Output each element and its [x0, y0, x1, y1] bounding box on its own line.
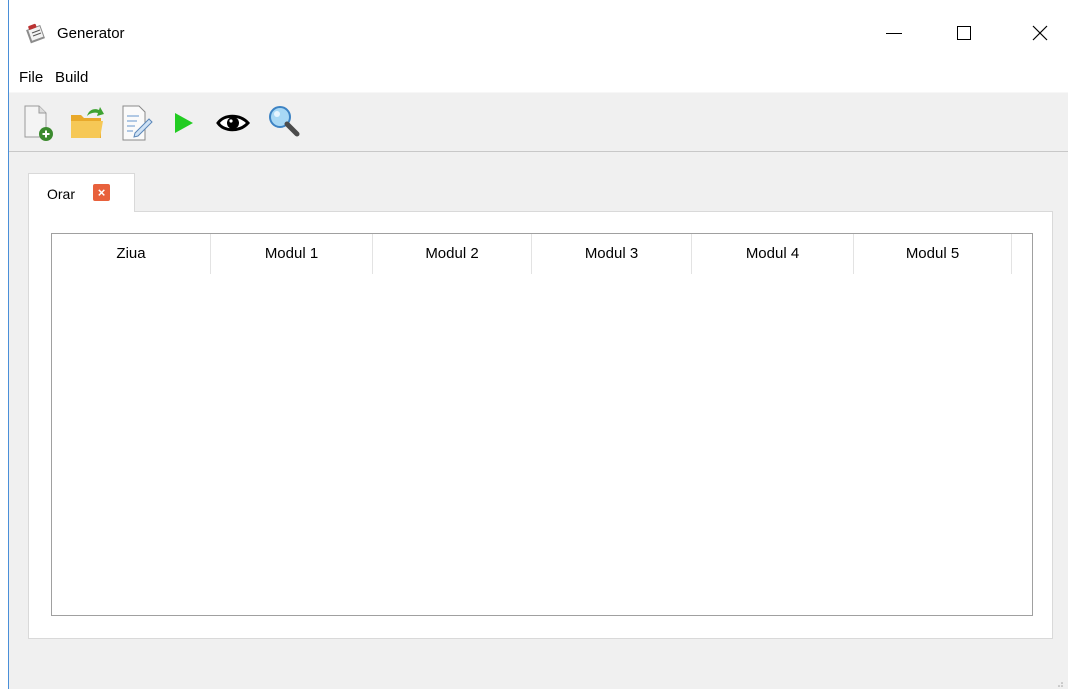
column-header-modul-1[interactable]: Modul 1	[211, 234, 373, 274]
run-button[interactable]	[169, 103, 209, 143]
close-icon	[1032, 25, 1048, 41]
close-icon[interactable]: ×	[93, 184, 110, 201]
resize-grip[interactable]	[1054, 675, 1064, 687]
maximize-icon	[957, 26, 971, 40]
edit-document-icon	[122, 105, 153, 141]
new-file-button[interactable]	[19, 103, 59, 143]
title-bar[interactable]: Generator	[9, 0, 1068, 66]
tab-pane: Ziua Modul 1 Modul 2 Modul 3 Modul 4 Mod…	[28, 211, 1053, 639]
open-folder-button[interactable]	[67, 103, 107, 143]
clipboard-calendar-icon	[25, 22, 47, 44]
tab-label: Orar	[47, 186, 75, 202]
play-icon	[175, 113, 193, 133]
window-title: Generator	[57, 25, 125, 42]
schedule-table[interactable]: Ziua Modul 1 Modul 2 Modul 3 Modul 4 Mod…	[51, 233, 1033, 616]
menu-file[interactable]: File	[17, 68, 45, 88]
column-header-modul-5[interactable]: Modul 5	[854, 234, 1012, 274]
minimize-icon	[886, 32, 902, 34]
column-header-modul-3[interactable]: Modul 3	[532, 234, 692, 274]
open-folder-icon	[71, 107, 104, 138]
edit-document-button[interactable]	[117, 103, 157, 143]
app-window: Generator File Build Orar × Ziua Modul 1…	[8, 0, 1068, 689]
minimize-button[interactable]	[871, 14, 917, 52]
magnifier-icon	[269, 106, 300, 137]
preview-button[interactable]	[215, 103, 255, 143]
toolbar	[9, 92, 1068, 152]
new-file-icon	[24, 105, 53, 141]
close-window-button[interactable]	[1017, 14, 1063, 52]
menu-build[interactable]: Build	[53, 68, 90, 88]
table-header: Ziua Modul 1 Modul 2 Modul 3 Modul 4 Mod…	[52, 234, 1012, 274]
menu-bar: File Build	[9, 66, 1068, 92]
maximize-button[interactable]	[941, 14, 987, 52]
column-header-modul-4[interactable]: Modul 4	[692, 234, 854, 274]
eye-icon	[216, 114, 251, 132]
column-header-ziua[interactable]: Ziua	[52, 234, 211, 274]
search-button[interactable]	[265, 103, 305, 143]
tab-orar[interactable]: Orar ×	[28, 173, 135, 212]
column-header-modul-2[interactable]: Modul 2	[373, 234, 532, 274]
